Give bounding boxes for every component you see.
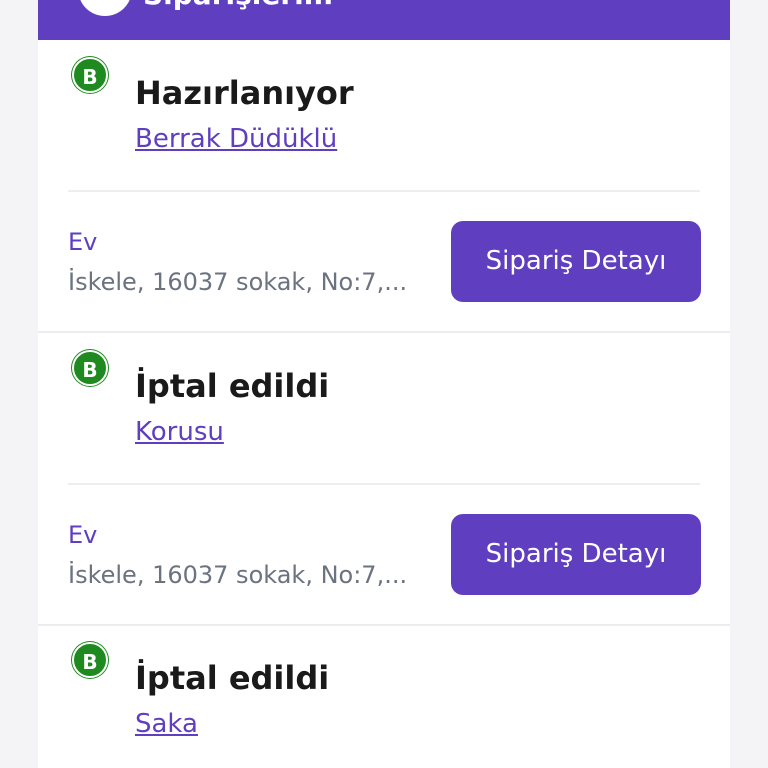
address-label: Ev (68, 521, 98, 549)
store-link[interactable]: Berrak Düdüklü (135, 124, 337, 154)
address-text: İskele, 16037 sokak, No:7,... (68, 268, 408, 296)
order-card: B İptal edildi Korusu Ev İskele, 16037 s… (38, 293, 730, 595)
store-logo-icon: B (72, 57, 108, 93)
order-detail-button[interactable]: Sipariş Detayı (451, 221, 701, 302)
address-label: Ev (68, 228, 98, 256)
divider (68, 190, 700, 192)
order-card: B Hazırlanıyor Berrak Düdüklü Ev İskele,… (38, 0, 730, 302)
orders-panel: Siparişlerim B Hazırlanıyor Berrak Düdük… (38, 0, 730, 768)
order-status: İptal edildi (135, 659, 330, 697)
store-link[interactable]: Korusu (135, 417, 224, 447)
order-detail-button[interactable]: Sipariş Detayı (451, 514, 701, 595)
store-logo-icon: B (72, 642, 108, 678)
order-status: İptal edildi (135, 367, 330, 405)
divider (68, 483, 700, 485)
order-card: B İptal edildi Saka (38, 585, 730, 768)
order-status: Hazırlanıyor (135, 74, 354, 112)
store-link[interactable]: Saka (135, 709, 198, 739)
store-logo-icon: B (72, 350, 108, 386)
